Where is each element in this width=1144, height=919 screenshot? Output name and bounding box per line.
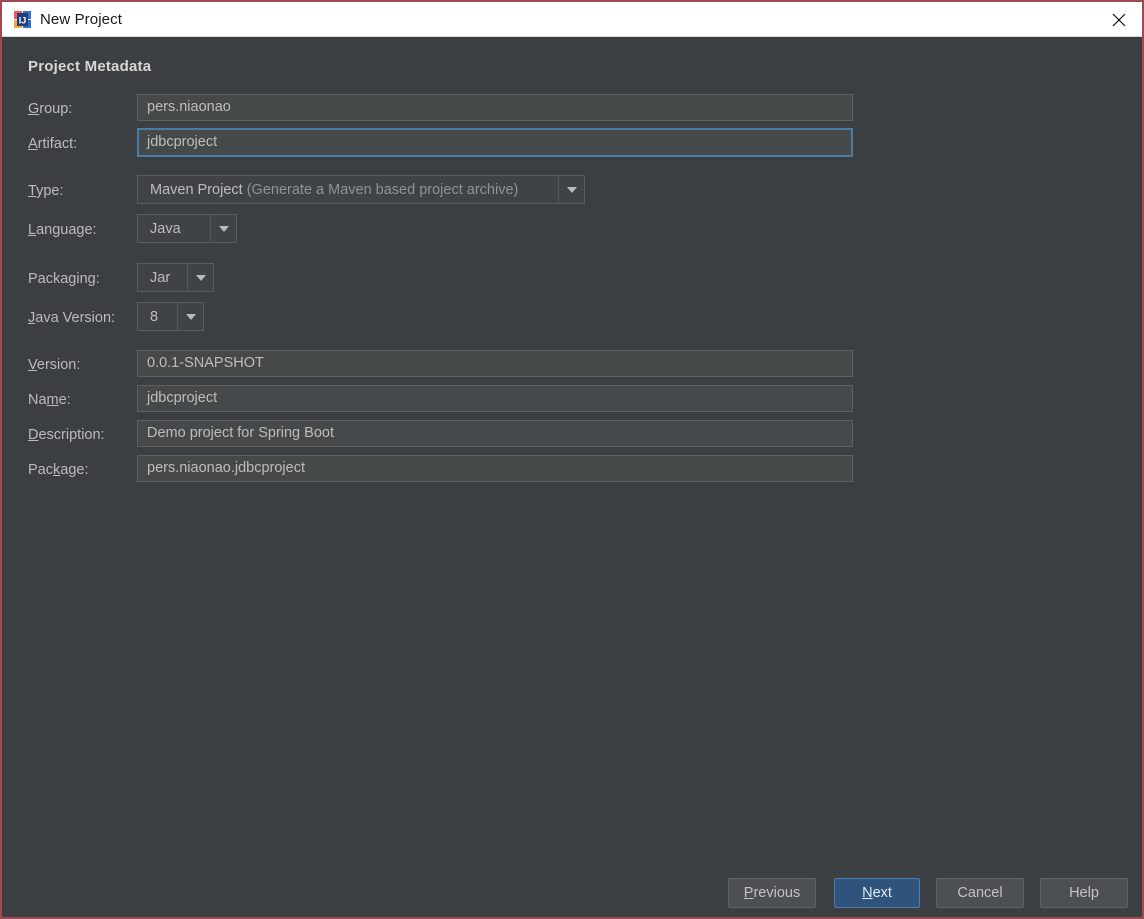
chevron-down-icon[interactable] bbox=[210, 215, 236, 242]
help-button[interactable]: Help bbox=[1040, 878, 1128, 908]
java-version-combo-value: 8 bbox=[150, 308, 159, 325]
label-language: Language: bbox=[28, 222, 97, 238]
package-input[interactable]: pers.niaonao.jdbcproject bbox=[137, 455, 853, 482]
packaging-combo[interactable]: Jar bbox=[137, 263, 214, 292]
packaging-combo-value: Jar bbox=[150, 269, 171, 286]
label-version: Version: bbox=[28, 357, 81, 373]
title-bar: IJ New Project bbox=[2, 2, 1142, 37]
java-version-combo[interactable]: 8 bbox=[137, 302, 204, 331]
language-combo-value: Java bbox=[150, 220, 181, 237]
type-combo[interactable]: Maven Project (Generate a Maven based pr… bbox=[137, 175, 585, 204]
window-title: New Project bbox=[40, 11, 122, 28]
close-icon[interactable] bbox=[1096, 2, 1142, 36]
label-packaging: Packaging: bbox=[28, 271, 100, 287]
cancel-button[interactable]: Cancel bbox=[936, 878, 1024, 908]
group-input[interactable]: pers.niaonao bbox=[137, 94, 853, 121]
label-description: Description: bbox=[28, 427, 105, 443]
description-input[interactable]: Demo project for Spring Boot bbox=[137, 420, 853, 447]
next-button[interactable]: Next bbox=[834, 878, 920, 908]
svg-text:IJ: IJ bbox=[19, 16, 27, 26]
new-project-dialog: IJ New Project Project Metadata Group: p… bbox=[0, 0, 1144, 919]
intellij-idea-icon: IJ bbox=[14, 11, 31, 28]
language-combo[interactable]: Java bbox=[137, 214, 237, 243]
label-package: Package: bbox=[28, 462, 89, 478]
chevron-down-icon[interactable] bbox=[177, 303, 203, 330]
label-artifact: Artifact: bbox=[28, 136, 78, 152]
chevron-down-icon[interactable] bbox=[558, 176, 584, 203]
type-combo-value: Maven Project (Generate a Maven based pr… bbox=[150, 181, 519, 198]
chevron-down-icon[interactable] bbox=[187, 264, 213, 291]
previous-button[interactable]: Previous bbox=[728, 878, 816, 908]
project-name-input[interactable]: jdbcproject bbox=[137, 385, 853, 412]
label-group: Group: bbox=[28, 101, 73, 117]
label-type: Type: bbox=[28, 183, 64, 199]
label-project-name: Name: bbox=[28, 392, 71, 408]
page-title: Project Metadata bbox=[28, 58, 152, 75]
dialog-content: Project Metadata Group: pers.niaonao Art… bbox=[2, 37, 1142, 917]
version-input[interactable]: 0.0.1-SNAPSHOT bbox=[137, 350, 853, 377]
artifact-input[interactable]: jdbcproject bbox=[137, 128, 853, 157]
label-java-version: Java Version: bbox=[28, 310, 116, 326]
